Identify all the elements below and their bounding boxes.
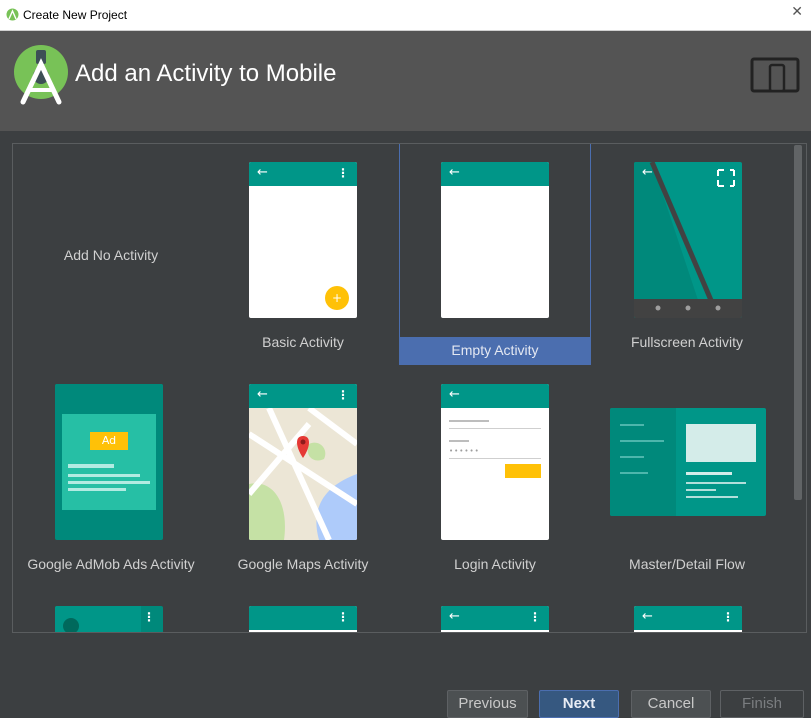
cancel-button[interactable]: Cancel [631,690,711,718]
overflow-menu-icon: ⋮ [722,610,734,624]
empty-activity-preview: ← [441,162,549,318]
activity-label: Login Activity [454,556,536,572]
maps-activity-preview: ← ⋮ [249,384,357,540]
ad-card: Ad [62,414,156,510]
activity-label: Fullscreen Activity [630,334,744,350]
activity-label: Basic Activity [262,334,344,350]
sign-in-button-preview [505,464,541,478]
activity-tile-master-detail[interactable]: Master/Detail Flow [591,366,783,588]
fab-plus-icon: + [325,286,349,310]
app-bar: ← [441,384,549,408]
back-arrow-icon: ← [449,387,460,402]
back-arrow-icon: ← [642,609,653,624]
overflow-menu-icon: ⋮ [529,610,541,624]
activity-tile-fullscreen[interactable]: ← Fullscreen Activity [591,144,783,366]
android-studio-icon [6,8,19,21]
activity-tile-admob[interactable]: Ad Google AdMob Ads Activity [15,366,207,588]
android-studio-logo-icon [14,45,68,105]
activity-tile-empty[interactable]: ← Empty Activity [399,144,591,365]
gallery-scrollbar[interactable] [794,145,802,500]
back-arrow-icon: ← [449,165,460,180]
admob-activity-preview: Ad [55,384,163,540]
back-arrow-icon: ← [257,387,268,402]
overflow-menu-icon: ⋮ [337,388,349,402]
app-bar: ← [441,162,549,186]
close-icon[interactable]: ✕ [791,4,803,20]
window-titlebar: Create New Project ✕ [0,0,811,31]
page-title: Add an Activity to Mobile [75,60,337,87]
master-detail-preview [610,408,766,516]
login-activity-preview: ← •••••• [441,384,549,540]
mobile-device-icon [750,57,800,93]
activity-tile-partial[interactable]: ⋮ [207,588,399,632]
activity-label: Add No Activity [63,247,159,263]
app-bar: ← ⋮ [249,384,357,408]
finish-button[interactable]: Finish [720,690,804,718]
overflow-menu-icon: ⋮ [143,610,155,624]
app-bar: ← ⋮ [249,162,357,186]
activity-gallery: Add No Activity ← ⋮ + Basic Activity ← E… [12,143,807,633]
window-title: Create New Project [23,8,128,22]
activity-label: Empty Activity [400,337,590,364]
activity-label: Master/Detail Flow [629,556,745,572]
activity-label: Google AdMob Ads Activity [27,556,195,572]
next-button[interactable]: Next [539,690,619,718]
back-arrow-icon: ← [449,609,460,624]
back-arrow-icon: ← [642,165,653,180]
overflow-menu-icon: ⋮ [337,610,349,624]
overflow-menu-icon: ⋮ [337,166,349,180]
previous-button[interactable]: Previous [447,690,528,718]
activity-tile-partial[interactable]: ← ⋮ [591,588,783,632]
activity-tile-partial[interactable]: ⋮ [15,588,207,632]
activity-tile-partial[interactable]: ← ⋮ [399,588,591,632]
activity-tile-login[interactable]: ← •••••• Login Activity [399,366,591,588]
basic-activity-preview: ← ⋮ + [249,162,357,318]
back-arrow-icon: ← [257,165,268,180]
activity-tile-maps[interactable]: ← ⋮ Google Maps Activity [207,366,399,588]
password-dots-icon: •••••• [449,447,480,455]
activity-tile-basic[interactable]: ← ⋮ + Basic Activity [207,144,399,366]
fullscreen-illustration [634,162,742,318]
activity-tile-no-activity[interactable]: Add No Activity [15,144,207,366]
fullscreen-activity-preview: ← [634,162,742,318]
wizard-header: Add an Activity to Mobile [0,31,811,131]
ad-badge: Ad [90,432,128,450]
activity-label: Google Maps Activity [237,556,369,572]
